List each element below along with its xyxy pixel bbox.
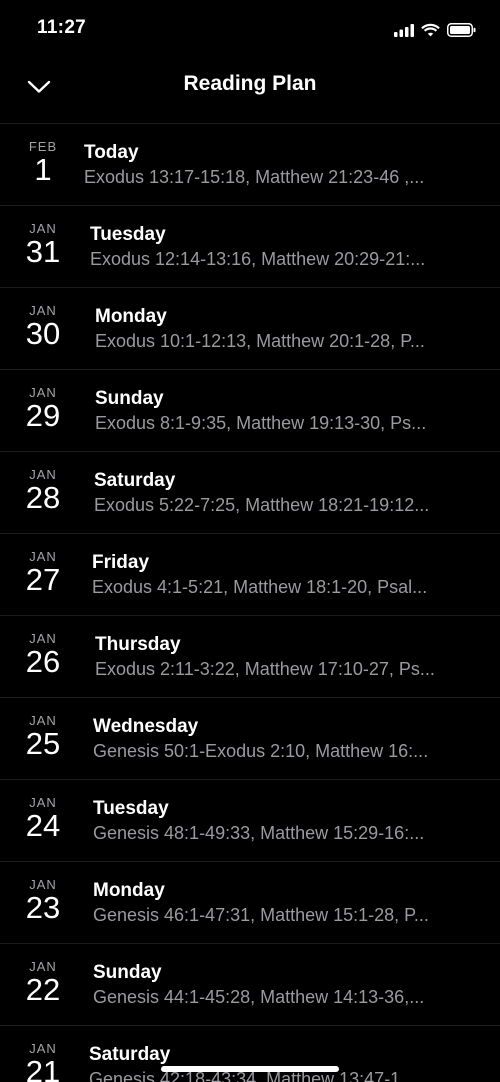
plan-row[interactable]: JAN 28 Saturday Exodus 5:22-7:25, Matthew 1…: [0, 452, 500, 534]
date-day: 25: [25, 726, 61, 761]
plan-row[interactable]: FEB 1 Today Exodus 13:17-15:18, Matthew 21:…: [0, 124, 500, 206]
readings-summary: Genesis 48:1-49:33, Matthew 15:29-16:...: [93, 823, 425, 843]
date-block: JAN 28: [16, 468, 70, 514]
date-day: 1: [34, 152, 52, 187]
battery-icon: [447, 23, 476, 37]
day-label: Sunday: [95, 388, 164, 409]
status-time: 11:27: [37, 17, 87, 38]
date-day: 29: [25, 398, 61, 433]
date-day: 24: [25, 808, 61, 843]
wifi-icon: [421, 23, 440, 37]
date-block: JAN 25: [16, 714, 70, 760]
date-block: JAN 31: [16, 222, 70, 268]
day-label: Friday: [92, 552, 150, 573]
status-icons: [394, 20, 476, 40]
plan-row[interactable]: JAN 21 Saturday Genesis 42:18-43:34, Matthe…: [0, 1026, 500, 1082]
day-label: Tuesday: [93, 798, 169, 819]
day-label: Saturday: [89, 1044, 171, 1065]
date-block: JAN 22: [16, 960, 70, 1006]
date-block: JAN 23: [16, 878, 70, 924]
date-block: JAN 29: [16, 386, 70, 432]
date-day: 31: [25, 234, 61, 269]
day-label: Saturday: [94, 470, 176, 491]
date-day: 28: [25, 480, 61, 515]
home-indicator[interactable]: [161, 1066, 339, 1072]
date-day: 30: [25, 316, 61, 351]
day-label: Wednesday: [93, 716, 199, 737]
plan-row[interactable]: JAN 24 Tuesday Genesis 48:1-49:33, Matthew …: [0, 780, 500, 862]
plan-row[interactable]: JAN 23 Monday Genesis 46:1-47:31, Matthew 1…: [0, 862, 500, 944]
readings-summary: Genesis 44:1-45:28, Matthew 14:13-36,...: [93, 987, 425, 1007]
readings-summary: Genesis 50:1-Exodus 2:10, Matthew 16:...: [93, 741, 429, 761]
readings-summary: Exodus 10:1-12:13, Matthew 20:1-28, P...: [95, 331, 425, 351]
day-label: Monday: [93, 880, 165, 901]
readings-summary: Exodus 4:1-5:21, Matthew 18:1-20, Psal..…: [92, 577, 428, 597]
plan-row[interactable]: JAN 26 Thursday Exodus 2:11-3:22, Matthew 1…: [0, 616, 500, 698]
plan-row[interactable]: JAN 30 Monday Exodus 10:1-12:13, Matthew 20…: [0, 288, 500, 370]
reading-plan-list[interactable]: FEB 1 Today Exodus 13:17-15:18, Matthew 21:…: [0, 124, 500, 1082]
date-day: 21: [25, 1054, 61, 1082]
readings-summary: Genesis 46:1-47:31, Matthew 15:1-28, P..…: [93, 905, 429, 925]
readings-summary: Exodus 5:22-7:25, Matthew 18:21-19:12...: [94, 495, 430, 515]
date-day: 27: [25, 562, 61, 597]
readings-summary: Exodus 8:1-9:35, Matthew 19:13-30, Ps...: [95, 413, 427, 433]
page-title: Reading Plan: [183, 72, 317, 95]
date-block: JAN 27: [16, 550, 70, 596]
readings-summary: Exodus 12:14-13:16, Matthew 20:29-21:...: [90, 249, 426, 269]
day-label: Today: [84, 142, 139, 163]
readings-summary: Exodus 2:11-3:22, Matthew 17:10-27, Ps..…: [95, 659, 435, 679]
date-day: 22: [25, 972, 61, 1007]
status-bar: 11:27: [0, 0, 500, 56]
header: Reading Plan: [0, 56, 500, 124]
date-block: JAN 26: [16, 632, 70, 678]
plan-row[interactable]: JAN 27 Friday Exodus 4:1-5:21, Matthew 18:1…: [0, 534, 500, 616]
readings-summary: Exodus 13:17-15:18, Matthew 21:23-46 ,..…: [84, 167, 425, 187]
date-block: JAN 21: [16, 1042, 70, 1082]
date-day: 26: [25, 644, 61, 679]
day-label: Monday: [95, 306, 167, 327]
day-label: Thursday: [95, 634, 181, 655]
date-block: JAN 30: [16, 304, 70, 350]
plan-row[interactable]: JAN 31 Tuesday Exodus 12:14-13:16, Matthew …: [0, 206, 500, 288]
plan-row[interactable]: JAN 22 Sunday Genesis 44:1-45:28, Matthew 1…: [0, 944, 500, 1026]
day-label: Tuesday: [90, 224, 166, 245]
date-block: FEB 1: [16, 140, 70, 186]
cellular-signal-icon: [394, 23, 414, 37]
date-block: JAN 24: [16, 796, 70, 842]
date-day: 23: [25, 890, 61, 925]
plan-row[interactable]: JAN 29 Sunday Exodus 8:1-9:35, Matthew 19:1…: [0, 370, 500, 452]
plan-row[interactable]: JAN 25 Wednesday Genesis 50:1-Exodus 2:10, …: [0, 698, 500, 780]
day-label: Sunday: [93, 962, 162, 983]
